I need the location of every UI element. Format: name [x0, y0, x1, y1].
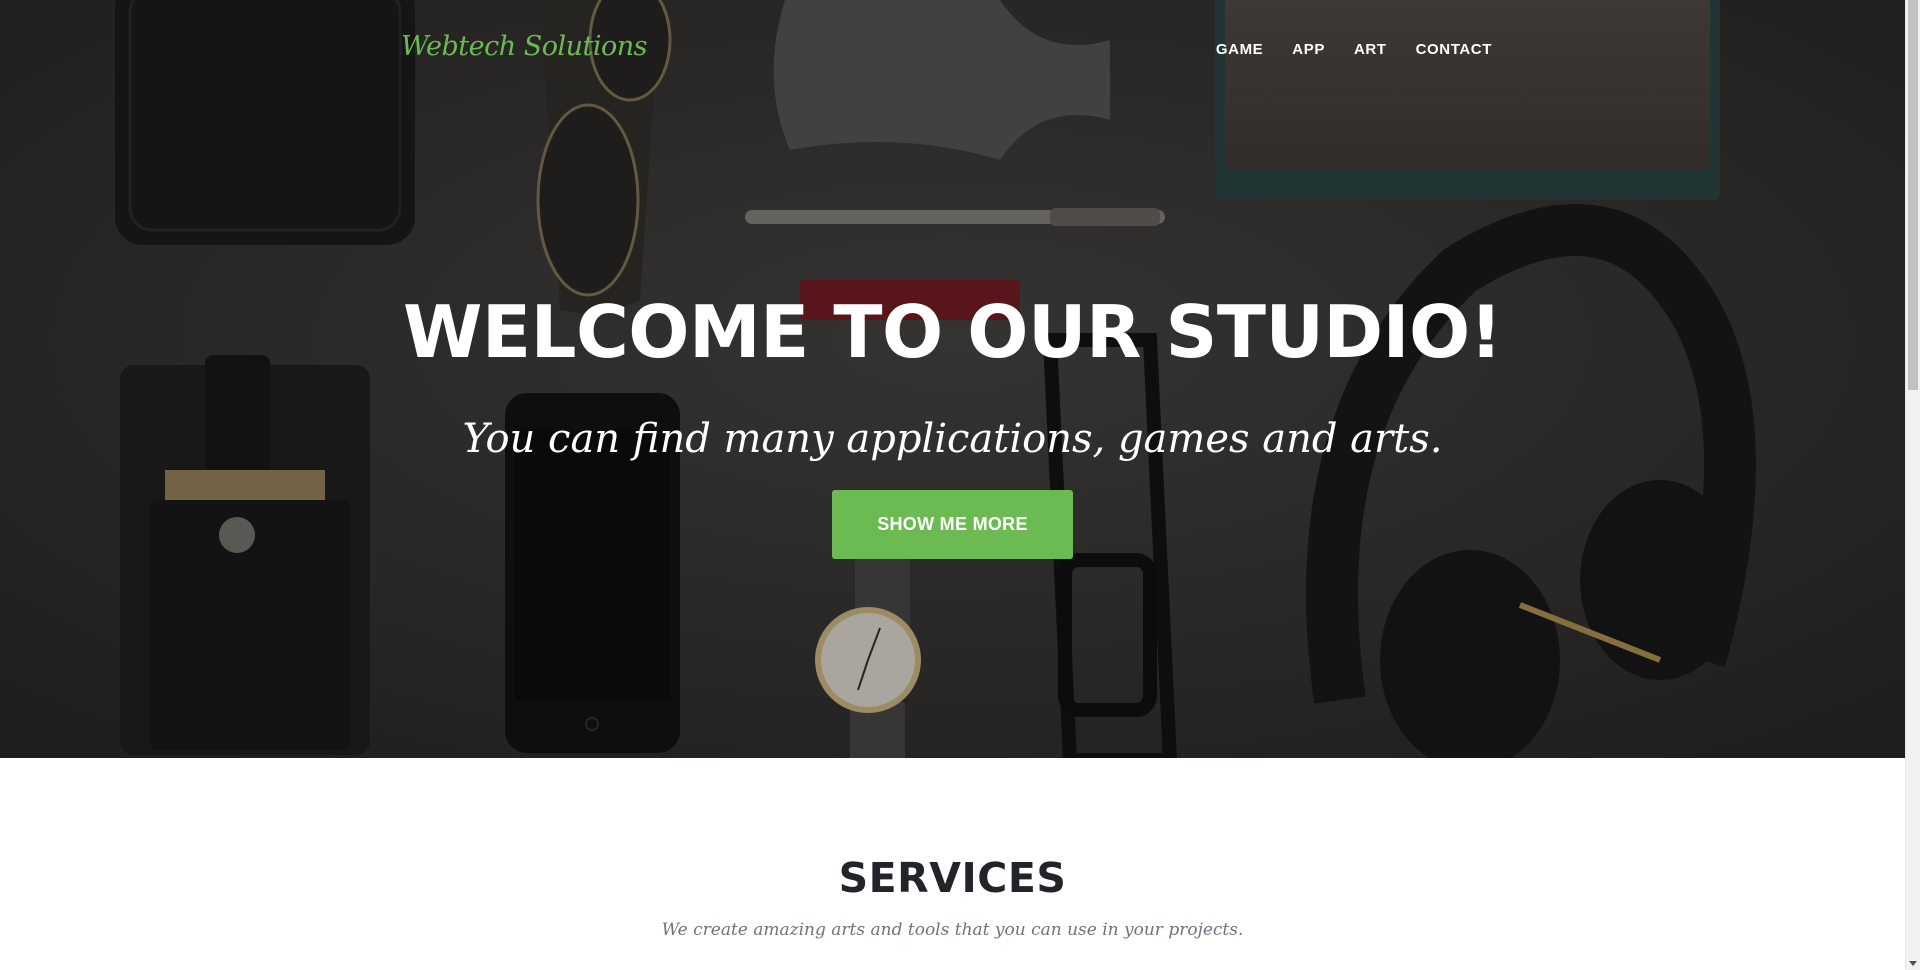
nav-link-art[interactable]: ART	[1354, 41, 1387, 58]
nav-link-contact[interactable]: CONTACT	[1416, 41, 1492, 58]
hero-content: WELCOME TO OUR STUDIO! You can find many…	[0, 0, 1905, 758]
main-navbar: Webtech Solutions GAME APP ART CONTACT	[0, 0, 1905, 100]
services-subheading: We create amazing arts and tools that yo…	[661, 920, 1244, 940]
nav-link-game[interactable]: GAME	[1216, 41, 1263, 58]
nav-links: GAME APP ART CONTACT	[1187, 41, 1492, 58]
nav-link-app[interactable]: APP	[1292, 41, 1325, 58]
hero-subtitle: You can find many applications, games an…	[462, 416, 1443, 462]
services-heading: SERVICES	[838, 854, 1067, 902]
services-section: SERVICES We create amazing arts and tool…	[0, 758, 1905, 970]
scrollbar-thumb[interactable]	[1908, 0, 1918, 390]
show-me-more-button[interactable]: SHOW ME MORE	[832, 490, 1073, 559]
brand-logo-link[interactable]: Webtech Solutions	[401, 31, 648, 62]
page-scrollbar[interactable]	[1905, 0, 1920, 970]
hero-title: WELCOME TO OUR STUDIO!	[402, 290, 1503, 374]
chevron-down-icon[interactable]	[1909, 961, 1917, 966]
page: Webtech Solutions GAME APP ART CONTACT W…	[0, 0, 1905, 970]
hero-section: Webtech Solutions GAME APP ART CONTACT W…	[0, 0, 1905, 758]
